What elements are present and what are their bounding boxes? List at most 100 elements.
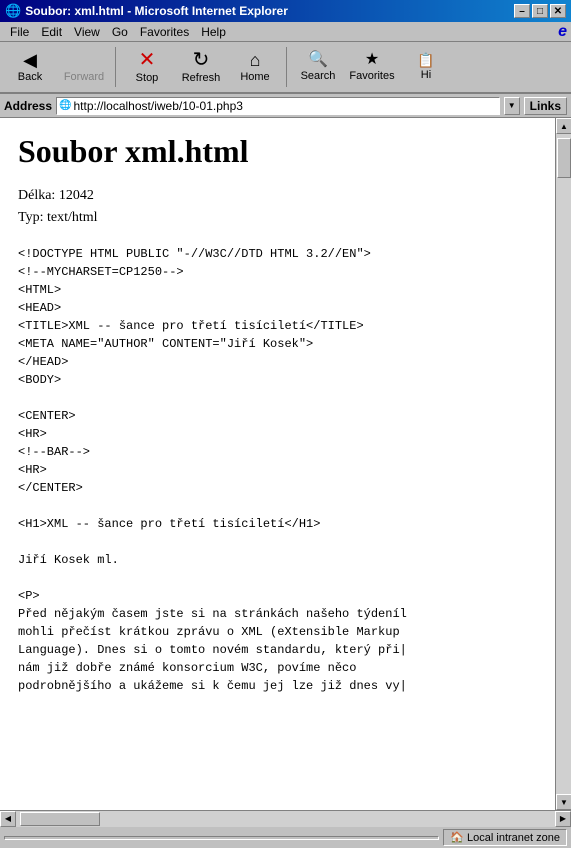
links-button[interactable]: Links — [524, 97, 567, 115]
content-wrapper: Soubor xml.html Délka: 12042 Typ: text/h… — [0, 118, 571, 810]
forward-button[interactable]: ▶ Forward — [58, 45, 110, 89]
code-line: Před nějakým časem jste si na stránkách … — [18, 605, 537, 623]
zone-icon: 🏠 — [450, 831, 464, 844]
meta-length-value: 12042 — [59, 188, 94, 203]
menu-file[interactable]: File — [4, 24, 35, 40]
menu-view[interactable]: View — [68, 24, 106, 40]
code-line — [18, 569, 537, 587]
code-line: <P> — [18, 587, 537, 605]
scroll-track-h — [16, 811, 555, 827]
scroll-thumb-h[interactable] — [20, 812, 100, 826]
menu-bar: File Edit View Go Favorites Help e — [0, 22, 571, 42]
history-button[interactable]: 📋 Hi — [400, 45, 452, 89]
meta-type-value: text/html — [47, 210, 98, 225]
code-line: podrobnějšího a ukážeme si k čemu jej lz… — [18, 677, 537, 695]
code-line: <!--MYCHARSET=CP1250--> — [18, 263, 537, 281]
menu-go[interactable]: Go — [106, 24, 134, 40]
forward-icon: ▶ — [77, 51, 91, 69]
code-line: <HEAD> — [18, 299, 537, 317]
address-input-wrap: 🌐 — [56, 97, 500, 115]
code-line: <BODY> — [18, 371, 537, 389]
history-label: Hi — [421, 69, 431, 81]
back-label: Back — [18, 71, 42, 83]
stop-label: Stop — [136, 72, 159, 84]
scroll-right-button[interactable]: ▶ — [555, 811, 571, 827]
back-button[interactable]: ◀ Back — [4, 45, 56, 89]
home-label: Home — [240, 71, 269, 83]
code-line — [18, 389, 537, 407]
code-line: <HTML> — [18, 281, 537, 299]
code-line: </CENTER> — [18, 479, 537, 497]
title-bar: 🌐 Soubor: xml.html - Microsoft Internet … — [0, 0, 571, 22]
history-icon: 📋 — [417, 53, 434, 67]
content-area: Soubor xml.html Délka: 12042 Typ: text/h… — [0, 118, 555, 810]
search-button[interactable]: 🔍 Search — [292, 45, 344, 89]
meta-type-label: Typ: — [18, 210, 43, 225]
search-label: Search — [301, 70, 336, 82]
stop-icon: ✕ — [139, 50, 156, 70]
status-panel — [4, 836, 439, 840]
page-icon: 🌐 — [59, 100, 71, 111]
code-line: <HR> — [18, 461, 537, 479]
code-line: mohli přečíst krátkou zprávu o XML (eXte… — [18, 623, 537, 641]
horizontal-scrollbar: ◀ ▶ — [0, 810, 571, 826]
toolbar-separator-2 — [286, 47, 287, 87]
close-button[interactable]: ✕ — [550, 4, 566, 18]
status-bar: 🏠 Local intranet zone — [0, 826, 571, 848]
title-bar-controls: – □ ✕ — [514, 4, 566, 18]
scroll-track-v — [556, 134, 571, 794]
zone-label: Local intranet zone — [467, 832, 560, 844]
search-icon: 🔍 — [308, 52, 328, 68]
stop-button[interactable]: ✕ Stop — [121, 45, 173, 89]
address-label: Address — [4, 99, 52, 113]
minimize-button[interactable]: – — [514, 4, 530, 18]
title-bar-left: 🌐 Soubor: xml.html - Microsoft Internet … — [5, 3, 288, 19]
code-line: Jiří Kosek ml. — [18, 551, 537, 569]
page-meta: Délka: 12042 Typ: text/html — [18, 185, 537, 230]
address-bar: Address 🌐 ▼ Links — [0, 94, 571, 118]
meta-length-label: Délka: — [18, 188, 55, 203]
code-line: Language). Dnes si o tomto novém standar… — [18, 641, 537, 659]
code-line: <!DOCTYPE HTML PUBLIC "-//W3C//DTD HTML … — [18, 245, 537, 263]
address-input[interactable] — [73, 99, 496, 113]
favorites-label: Favorites — [349, 70, 394, 82]
meta-length: Délka: 12042 — [18, 185, 537, 207]
scroll-down-button[interactable]: ▼ — [556, 794, 571, 810]
vertical-scrollbar: ▲ ▼ — [555, 118, 571, 810]
ie-logo: e — [558, 23, 567, 41]
favorites-button[interactable]: ★ Favorites — [346, 45, 398, 89]
maximize-button[interactable]: □ — [532, 4, 548, 18]
refresh-button[interactable]: ↻ Refresh — [175, 45, 227, 89]
scroll-left-button[interactable]: ◀ — [0, 811, 16, 827]
page-title: Soubor xml.html — [18, 133, 537, 170]
toolbar: ◀ Back ▶ Forward ✕ Stop ↻ Refresh ⌂ Home… — [0, 42, 571, 94]
code-line — [18, 533, 537, 551]
ie-icon: 🌐 — [5, 3, 21, 19]
scroll-up-button[interactable]: ▲ — [556, 118, 571, 134]
code-line: <TITLE>XML -- šance pro třetí tisíciletí… — [18, 317, 537, 335]
home-icon: ⌂ — [250, 51, 261, 69]
refresh-icon: ↻ — [193, 50, 210, 70]
code-line: </HEAD> — [18, 353, 537, 371]
code-line: <H1>XML -- šance pro třetí tisíciletí</H… — [18, 515, 537, 533]
code-line: nám již dobře známé konsorcium W3C, poví… — [18, 659, 537, 677]
refresh-label: Refresh — [182, 72, 221, 84]
code-block: <!DOCTYPE HTML PUBLIC "-//W3C//DTD HTML … — [18, 245, 537, 695]
back-icon: ◀ — [23, 51, 37, 69]
window-title: Soubor: xml.html - Microsoft Internet Ex… — [25, 4, 288, 18]
menu-help[interactable]: Help — [195, 24, 232, 40]
menu-favorites[interactable]: Favorites — [134, 24, 195, 40]
code-line: <META NAME="AUTHOR" CONTENT="Jiří Kosek"… — [18, 335, 537, 353]
code-line — [18, 497, 537, 515]
scroll-thumb-v[interactable] — [557, 138, 571, 178]
menu-edit[interactable]: Edit — [35, 24, 68, 40]
code-line: <CENTER> — [18, 407, 537, 425]
address-dropdown[interactable]: ▼ — [504, 97, 520, 115]
favorites-icon: ★ — [365, 52, 379, 68]
code-line: <HR> — [18, 425, 537, 443]
meta-type: Typ: text/html — [18, 207, 537, 229]
toolbar-separator-1 — [115, 47, 116, 87]
home-button[interactable]: ⌂ Home — [229, 45, 281, 89]
code-line: <!--BAR--> — [18, 443, 537, 461]
forward-label: Forward — [64, 71, 104, 83]
